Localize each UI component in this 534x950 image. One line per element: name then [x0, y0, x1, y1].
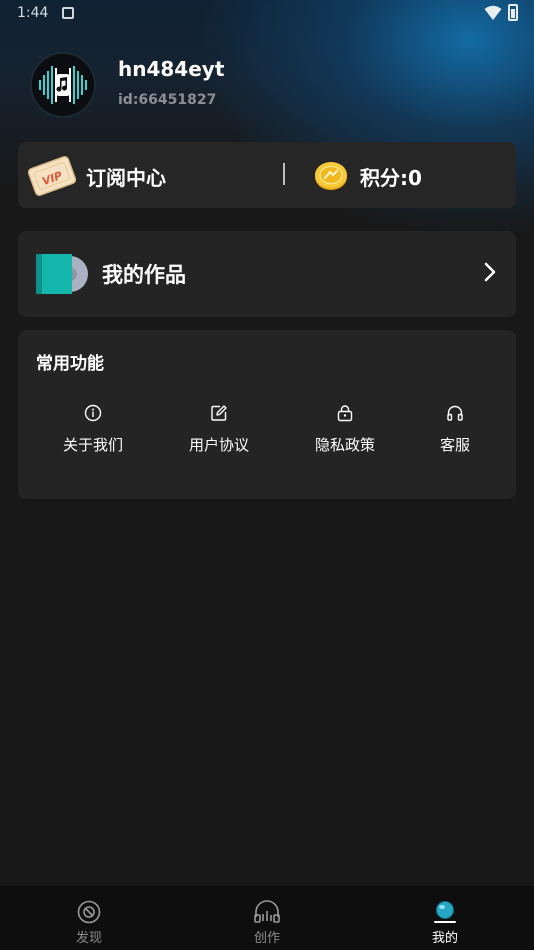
edit-icon — [211, 405, 227, 421]
subscription-card: VIP 订阅中心 积分:0 — [18, 142, 516, 208]
status-time: 1:44 — [17, 5, 49, 21]
nav-discover-label: 发现 — [75, 931, 102, 946]
bottom-nav: 发现 创作 我的 — [0, 886, 534, 950]
nav-mine-label: 我的 — [431, 931, 458, 946]
subscription-center-label: 订阅中心 — [86, 165, 166, 190]
username: hn484eyt — [118, 57, 225, 81]
notification-icon — [62, 7, 74, 19]
about-us-label: 关于我们 — [62, 436, 123, 454]
privacy-policy-label: 隐私政策 — [314, 436, 375, 454]
coin-icon — [314, 161, 348, 191]
section-title: 常用功能 — [36, 354, 104, 374]
disc-icon — [77, 900, 101, 924]
points-label: 积分:0 — [360, 165, 422, 190]
user-agreement-button[interactable]: 用户协议 — [164, 404, 274, 464]
divider — [283, 163, 285, 185]
my-works-row: 我的作品 — [34, 251, 186, 297]
my-works-card[interactable]: 我的作品 — [18, 231, 516, 317]
customer-service-button[interactable]: 客服 — [400, 404, 510, 464]
vip-ticket-icon: VIP — [26, 154, 78, 197]
customer-service-label: 客服 — [439, 436, 470, 454]
headphones-icon — [447, 405, 463, 421]
lock-icon — [337, 405, 353, 422]
privacy-policy-button[interactable]: 隐私政策 — [290, 404, 400, 464]
status-bar: 1:44 — [0, 0, 534, 28]
nav-create-label: 创作 — [253, 931, 280, 946]
common-functions-card: 常用功能 关于我们 用户协议 隐私政策 客服 — [18, 330, 516, 499]
music-wave-avatar-icon — [39, 66, 87, 104]
mixer-icon — [254, 900, 280, 923]
wifi-icon — [484, 5, 502, 20]
about-us-button[interactable]: 关于我们 — [38, 404, 148, 464]
user-agreement-label: 用户协议 — [188, 436, 249, 454]
my-works-label: 我的作品 — [102, 263, 186, 287]
album-icon — [34, 252, 90, 296]
subscription-center-button[interactable]: VIP 订阅中心 — [27, 156, 166, 196]
battery-icon — [508, 4, 518, 21]
avatar[interactable] — [30, 52, 96, 118]
nav-create[interactable]: 创作 — [207, 886, 327, 950]
points-button[interactable]: 积分:0 — [314, 156, 422, 196]
nav-discover[interactable]: 发现 — [29, 886, 149, 950]
nav-mine[interactable]: 我的 — [385, 886, 505, 950]
info-icon — [84, 404, 102, 422]
chevron-right-icon — [484, 262, 496, 282]
user-id: id:66451827 — [118, 92, 217, 108]
profile-icon — [434, 901, 456, 923]
